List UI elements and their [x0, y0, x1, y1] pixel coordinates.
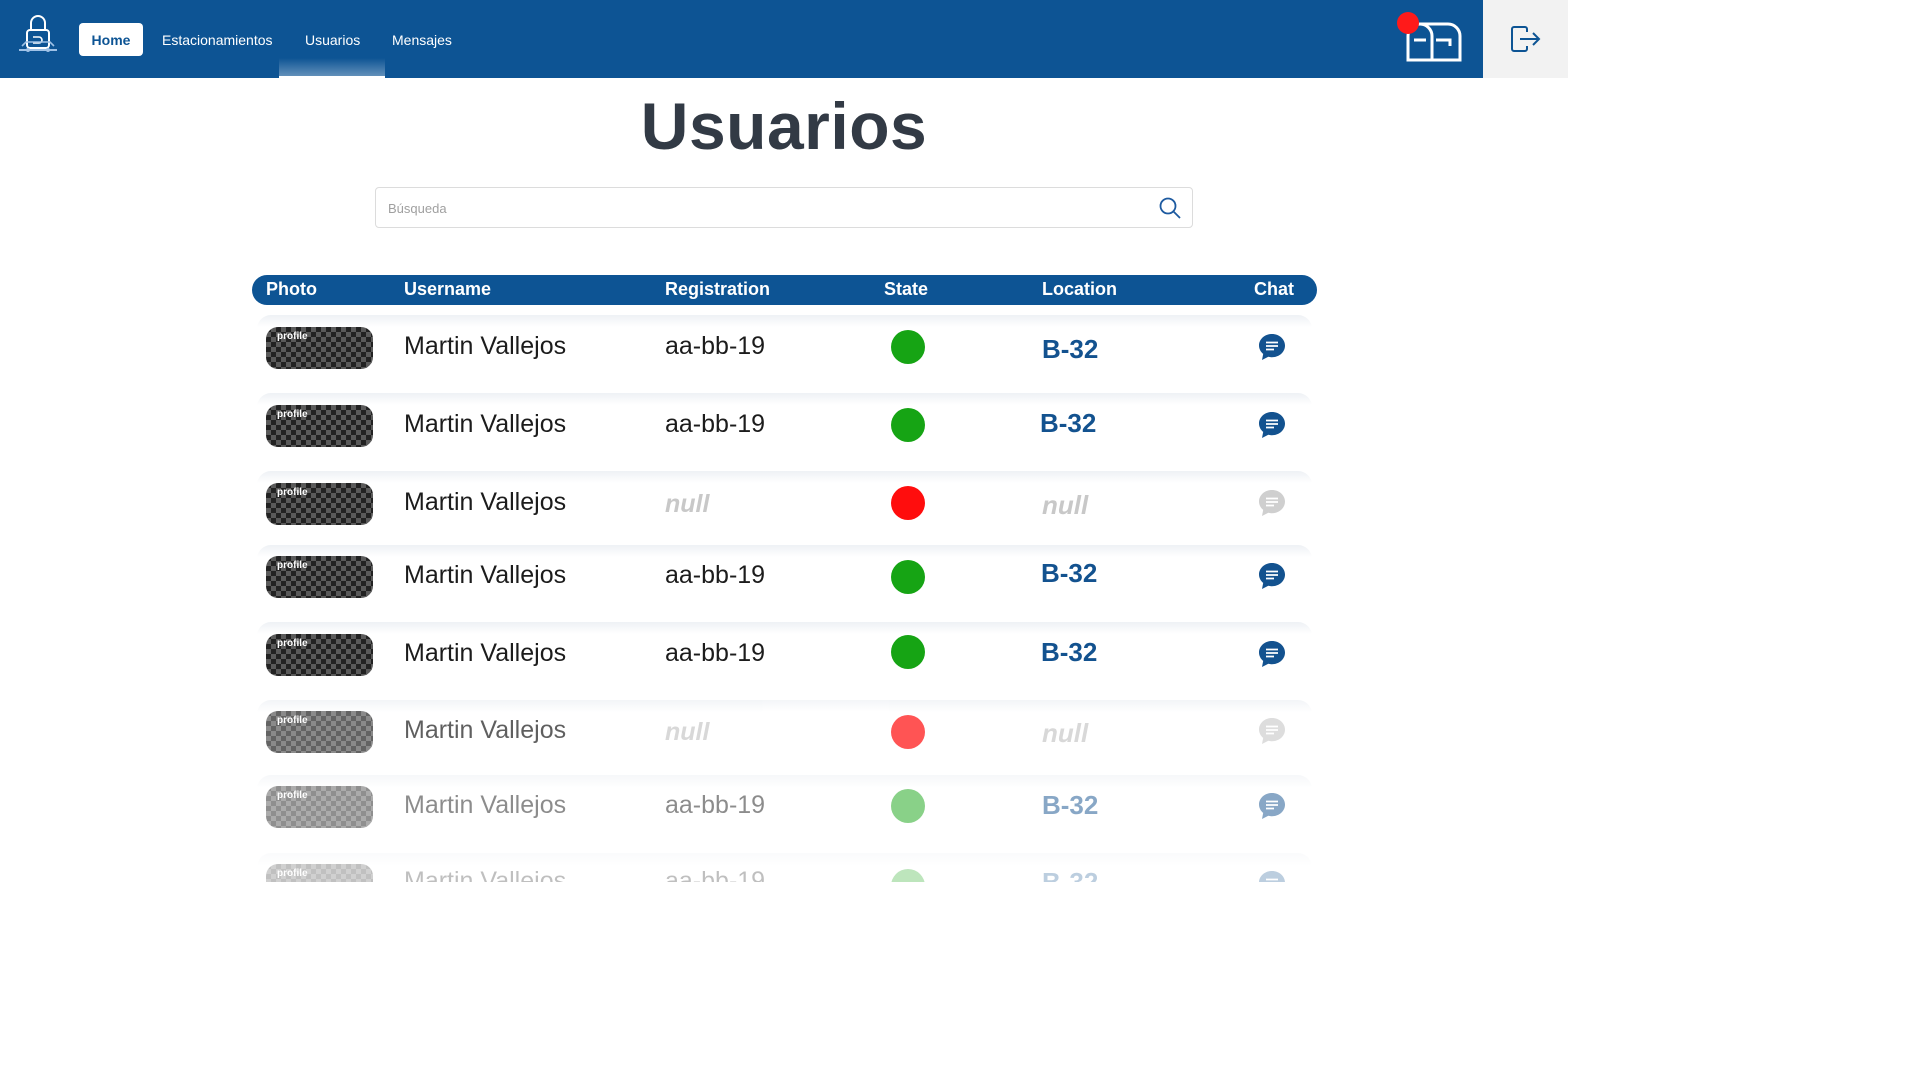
username-cell: Martin Vallejos — [404, 410, 567, 438]
chat-bubble-icon[interactable] — [1257, 332, 1287, 362]
table-row[interactable]: profile Martin Vallejos aa-bb-19 B-32 — [257, 393, 1312, 471]
notification-dot-icon — [1397, 12, 1419, 34]
parking-lock-logo-icon[interactable] — [16, 12, 60, 56]
avatar: profile — [266, 786, 373, 828]
registration-cell: aa-bb-19 — [665, 867, 766, 882]
status-active-icon — [891, 789, 925, 823]
registration-cell: aa-bb-19 — [665, 561, 766, 589]
username-cell: Martin Vallejos — [404, 332, 567, 360]
nav-link-mensajes[interactable]: Mensajes — [392, 23, 452, 56]
top-navbar: Home Estacionamientos Usuarios Mensajes — [0, 0, 1568, 78]
registration-cell: null — [665, 718, 710, 746]
avatar: profile — [266, 327, 373, 369]
username-cell: Martin Vallejos — [404, 716, 567, 744]
status-active-icon — [891, 330, 925, 364]
table-header: Photo Username Registration State Locati… — [252, 275, 1317, 305]
registration-cell: aa-bb-19 — [665, 410, 766, 438]
avatar: profile — [266, 405, 373, 447]
username-cell: Martin Vallejos — [404, 561, 567, 589]
avatar-label: profile — [277, 790, 308, 801]
avatar-label: profile — [277, 715, 308, 726]
avatar: profile — [266, 711, 373, 753]
chat-bubble-disabled-icon — [1259, 490, 1285, 516]
avatar-label: profile — [277, 560, 308, 571]
location-cell[interactable]: B-32 — [1040, 408, 1096, 439]
avatar-label: profile — [277, 331, 308, 342]
location-cell[interactable]: B-32 — [1042, 790, 1098, 821]
location-cell: null — [1042, 718, 1089, 748]
column-header-photo: Photo — [266, 279, 317, 299]
logout-button[interactable] — [1483, 0, 1568, 78]
table-row[interactable]: profile Martin Vallejos aa-bb-19 B-32 — [257, 545, 1312, 622]
column-header-chat: Chat — [1254, 279, 1294, 299]
logout-icon — [1510, 26, 1540, 52]
table-row[interactable]: profile Martin Vallejos null null — [257, 471, 1312, 545]
registration-cell: null — [665, 490, 710, 518]
status-active-icon — [891, 408, 925, 442]
location-cell[interactable]: B-32 — [1042, 867, 1098, 882]
chat-bubble-icon[interactable] — [1257, 639, 1287, 669]
avatar: profile — [266, 556, 373, 598]
chat-bubble-icon[interactable] — [1257, 561, 1287, 591]
column-header-state: State — [884, 279, 929, 299]
avatar-label: profile — [277, 487, 308, 498]
registration-cell: aa-bb-19 — [665, 639, 766, 667]
chat-bubble-disabled-icon — [1259, 718, 1285, 744]
page-title: Usuarios — [640, 89, 928, 163]
search-icon[interactable] — [1158, 196, 1182, 220]
chat-bubble-icon[interactable] — [1257, 869, 1287, 882]
registration-cell: aa-bb-19 — [665, 332, 766, 360]
location-cell[interactable]: B-32 — [1041, 637, 1097, 668]
avatar: profile — [266, 864, 373, 882]
location-cell[interactable]: B-32 — [1041, 558, 1097, 589]
table-row[interactable]: profile Martin Vallejos aa-bb-19 B-32 — [257, 775, 1312, 853]
status-active-icon — [891, 635, 925, 669]
username-cell: Martin Vallejos — [404, 867, 567, 882]
search-input[interactable] — [388, 196, 1128, 220]
username-cell: Martin Vallejos — [404, 639, 567, 667]
table-row[interactable]: profile Martin Vallejos aa-bb-19 B-32 — [257, 853, 1312, 882]
avatar: profile — [266, 483, 373, 525]
search-field[interactable] — [375, 187, 1193, 228]
avatar: profile — [266, 634, 373, 676]
table-row[interactable]: profile Martin Vallejos aa-bb-19 B-32 — [257, 315, 1312, 393]
nav-active-indicator — [279, 58, 385, 78]
username-cell: Martin Vallejos — [404, 488, 567, 516]
chat-bubble-icon[interactable] — [1257, 791, 1287, 821]
column-header-username: Username — [404, 279, 492, 299]
nav-home-button[interactable]: Home — [79, 23, 143, 56]
column-header-location: Location — [1042, 279, 1117, 299]
avatar-label: profile — [277, 868, 308, 879]
registration-cell: aa-bb-19 — [665, 791, 766, 819]
status-active-icon — [891, 869, 925, 882]
column-header-registration: Registration — [665, 279, 771, 299]
status-inactive-icon — [891, 486, 925, 520]
location-cell[interactable]: B-32 — [1042, 334, 1098, 365]
table-row[interactable]: profile Martin Vallejos aa-bb-19 B-32 — [257, 622, 1312, 700]
status-inactive-icon — [891, 715, 925, 749]
nav-link-estacionamientos[interactable]: Estacionamientos — [162, 23, 273, 56]
table-row[interactable]: profile Martin Vallejos null null — [257, 700, 1312, 775]
nav-link-usuarios[interactable]: Usuarios — [305, 23, 360, 56]
avatar-label: profile — [277, 638, 308, 649]
username-cell: Martin Vallejos — [404, 791, 567, 819]
avatar-label: profile — [277, 409, 308, 420]
status-active-icon — [891, 560, 925, 594]
chat-bubble-icon[interactable] — [1257, 410, 1287, 440]
location-cell: null — [1042, 490, 1089, 520]
